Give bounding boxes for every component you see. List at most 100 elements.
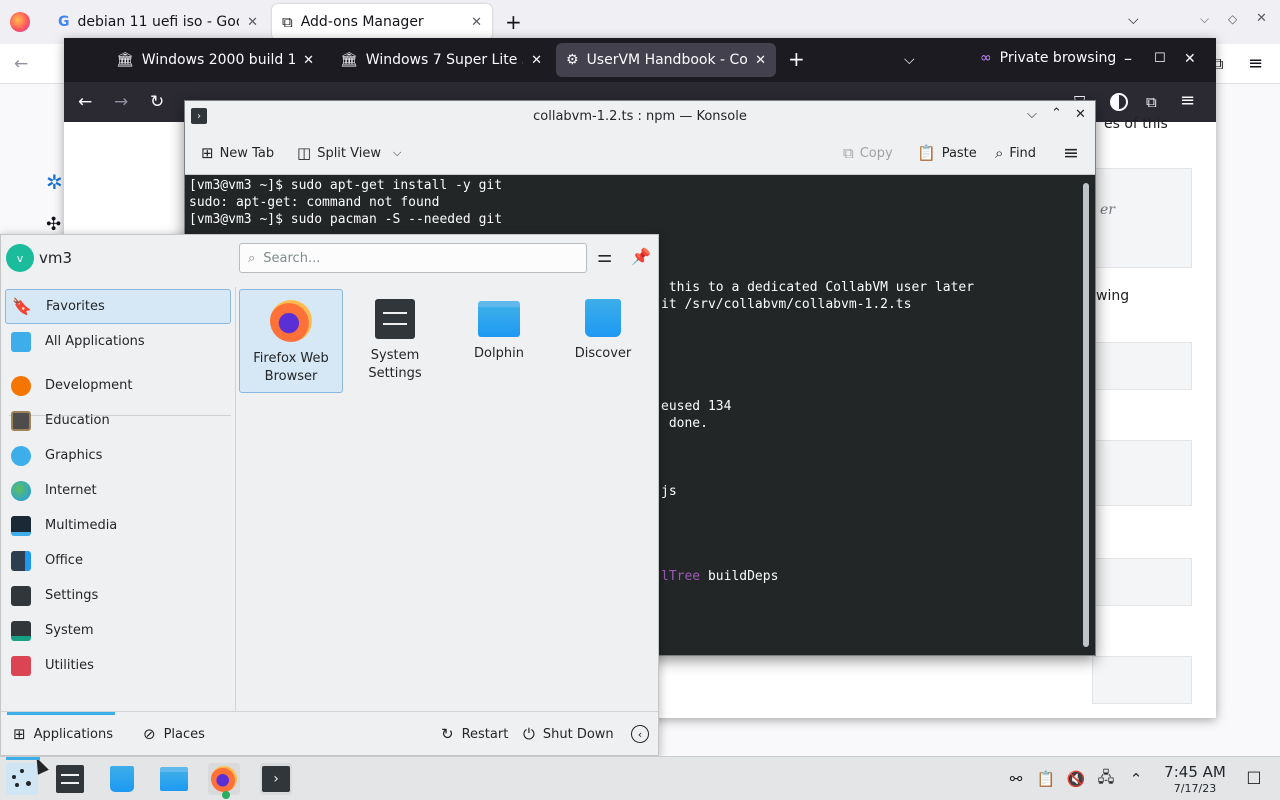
category-label: Graphics [45, 448, 103, 463]
app-firefox[interactable]: Firefox Web Browser [239, 289, 343, 393]
category-graphics[interactable]: Graphics [5, 438, 231, 473]
back-arrow-icon[interactable]: ← [78, 92, 92, 112]
back-arrow-icon[interactable]: ← [14, 54, 28, 74]
taskbar-konsole[interactable]: › [260, 763, 292, 795]
tab-addons-manager[interactable]: ⧉ Add-ons Manager ✕ [272, 4, 492, 40]
app-launcher-button[interactable] [6, 763, 38, 795]
avatar[interactable]: v [6, 244, 34, 272]
close-tab-icon[interactable]: ✕ [471, 15, 482, 30]
restore-icon[interactable]: ◇ [1228, 12, 1237, 26]
wiki-icon: 🏛 [340, 52, 358, 68]
category-label: System [45, 623, 94, 638]
close-icon[interactable]: ✕ [1075, 107, 1086, 122]
find-button[interactable]: ⌕ Find [995, 141, 1036, 165]
category-favorites[interactable]: 🔖 Favorites [5, 289, 231, 324]
clock-time[interactable]: 7:45 AM [1160, 763, 1230, 781]
configure-icon[interactable]: ⚌ [597, 247, 612, 267]
paste-icon: 📋 [917, 144, 936, 162]
applications-tab[interactable]: ⊞ Applications [13, 722, 113, 746]
list-tabs-icon[interactable]: ⌵ [1128, 12, 1139, 28]
firefox-view-icon[interactable] [10, 12, 30, 32]
category-office[interactable]: Office [5, 543, 231, 578]
taskbar-dolphin[interactable] [158, 763, 190, 795]
close-tab-icon[interactable]: ✕ [531, 53, 542, 68]
category-development[interactable]: Development [5, 368, 231, 403]
application-launcher: v vm3 ⌕ Search... ⚌ 📌 🔖 Favorites All Ap… [0, 234, 659, 756]
category-multimedia[interactable]: Multimedia [5, 508, 231, 543]
list-tabs-icon[interactable]: ⌵ [904, 50, 915, 70]
pin-icon[interactable]: 📌 [631, 247, 651, 266]
close-icon[interactable]: ✕ [1184, 49, 1196, 69]
expand-tray-icon[interactable]: ⌃ [1126, 769, 1146, 789]
split-view-label: Split View [317, 145, 381, 161]
account-icon[interactable] [1110, 93, 1128, 111]
extensions-icon[interactable]: ⧉ [1146, 92, 1157, 112]
clipboard-icon[interactable]: 📋 [1036, 769, 1056, 789]
volume-muted-icon[interactable]: 🔇 [1066, 769, 1086, 789]
app-dolphin[interactable]: Dolphin [447, 289, 551, 393]
code-block [1092, 440, 1192, 506]
places-tab[interactable]: ⊘ Places [143, 722, 205, 746]
page-text-fragment: er [1100, 202, 1115, 218]
category-all-applications[interactable]: All Applications [5, 324, 231, 359]
app-label: Browser [264, 369, 318, 384]
shutdown-button[interactable]: ⏻ Shut Down [523, 722, 614, 746]
app-discover[interactable]: Discover [551, 289, 655, 393]
new-tab-label: New Tab [219, 145, 275, 161]
category-settings[interactable]: Settings [5, 578, 231, 613]
close-tab-icon[interactable]: ✕ [303, 53, 314, 68]
search-field[interactable]: ⌕ Search... [239, 243, 587, 273]
new-tab-icon[interactable]: + [788, 49, 805, 69]
tab-windows-7[interactable]: 🏛 Windows 7 Super Lite 32-bit ✕ [330, 43, 552, 77]
close-icon[interactable]: ✕ [1256, 11, 1267, 26]
category-system[interactable]: System [5, 613, 231, 648]
close-tab-icon[interactable]: ✕ [755, 53, 766, 68]
tab-label: UserVM Handbook - Computernewb Wiki [586, 52, 748, 68]
minimize-icon[interactable]: ⌵ [1200, 12, 1209, 27]
konsole-titlebar[interactable]: › collabvm-1.2.ts : npm — Konsole ⌵ ⌃ ✕ [185, 101, 1095, 131]
category-utilities[interactable]: Utilities [5, 648, 231, 683]
toolbox-icon [11, 655, 31, 676]
reload-icon[interactable]: ↻ [150, 92, 164, 112]
leave-menu-button[interactable]: ‹ [631, 722, 649, 746]
minimize-icon[interactable]: ⌵ [1027, 107, 1037, 122]
category-internet[interactable]: Internet [5, 473, 231, 508]
maximize-icon[interactable]: ☐ [1154, 49, 1166, 69]
new-tab-button[interactable]: ⊞ New Tab [201, 141, 274, 165]
system-icon [11, 620, 31, 641]
tab-google-search[interactable]: G debian 11 uefi iso - Google Search ✕ [48, 4, 268, 40]
network-share-icon[interactable]: ⚯ [1006, 769, 1026, 789]
taskbar-system-settings[interactable] [54, 763, 86, 795]
category-education[interactable]: Education [5, 403, 231, 438]
app-system-settings[interactable]: System Settings [343, 289, 447, 393]
terminal-line: it /srv/collabvm/collabvm-1.2.ts [661, 297, 912, 312]
split-view-button[interactable]: ◫ Split View ⌵ [297, 141, 401, 165]
education-icon [11, 410, 31, 431]
shutdown-label: Shut Down [542, 726, 614, 742]
taskbar-discover[interactable] [106, 763, 138, 795]
wiki-icon: ⚙ [566, 52, 579, 68]
grid-icon [11, 331, 31, 352]
forward-arrow-icon[interactable]: → [114, 92, 128, 112]
bookmark-icon: 🔖 [12, 297, 32, 316]
username: vm3 [39, 249, 73, 267]
show-desktop-icon[interactable]: ☐ [1244, 769, 1264, 789]
hamburger-menu-button[interactable]: ≡ [1063, 141, 1079, 165]
folder-icon [478, 301, 520, 337]
tab-uservm-handbook[interactable]: ⚙ UserVM Handbook - Computernewb Wiki ✕ [556, 43, 776, 77]
minimize-icon[interactable]: – [1124, 49, 1132, 69]
close-tab-icon[interactable]: ✕ [247, 15, 258, 30]
terminal-scrollbar[interactable] [1083, 183, 1089, 647]
copy-button[interactable]: ⧉ Copy [843, 141, 893, 165]
paste-button[interactable]: 📋 Paste [917, 141, 977, 165]
network-icon[interactable]: 🖧 [1096, 768, 1116, 789]
search-input[interactable]: Search... [263, 251, 320, 266]
tab-windows-2000[interactable]: 🏛 Windows 2000 build 1580 ✕ [106, 43, 324, 77]
clock-date[interactable]: 7/17/23 [1160, 782, 1230, 795]
new-tab-icon[interactable]: + [505, 10, 522, 34]
tab-label: Windows 7 Super Lite 32-bit [365, 52, 523, 68]
menu-icon[interactable]: ≡ [1180, 91, 1195, 111]
menu-icon[interactable]: ≡ [1248, 53, 1263, 74]
maximize-icon[interactable]: ⌃ [1051, 106, 1062, 121]
restart-button[interactable]: ↻ Restart [441, 722, 508, 746]
